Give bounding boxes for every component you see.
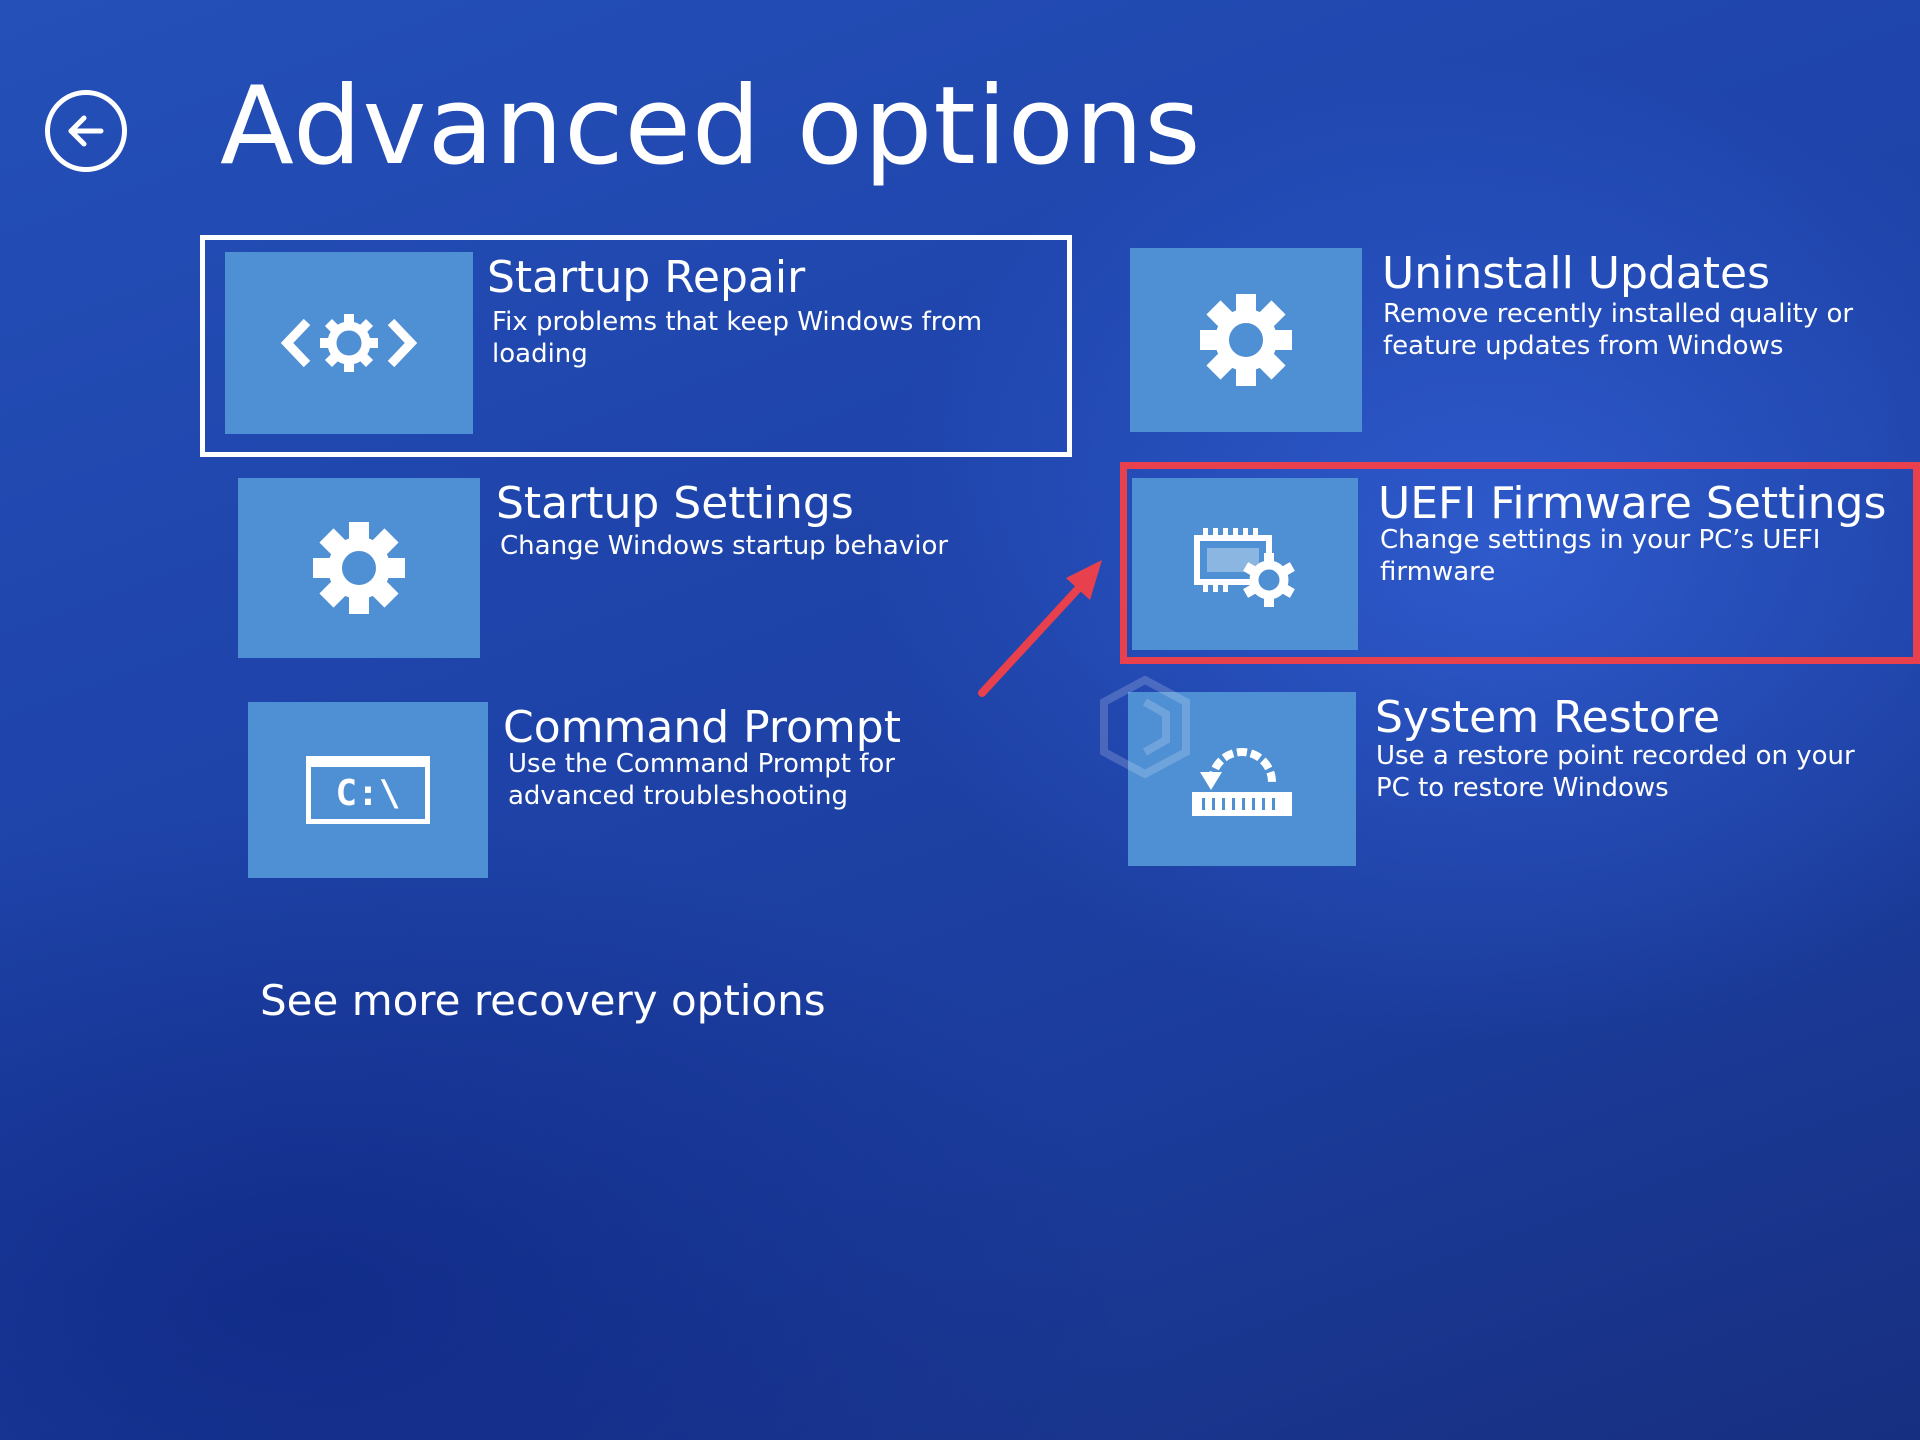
command-prompt-icon-text: C:\ [335, 772, 401, 814]
option-uninstall-updates[interactable]: Uninstall Updates Remove recently instal… [1130, 248, 1890, 438]
option-title: Startup Repair [487, 252, 806, 303]
option-system-restore[interactable]: System Restore Use a restore point recor… [1128, 692, 1888, 872]
startup-settings-tile [238, 478, 480, 658]
startup-repair-icon [280, 314, 418, 372]
option-title: Uninstall Updates [1382, 248, 1771, 299]
command-prompt-icon: C:\ [306, 756, 430, 824]
watermark-logo [1100, 675, 1190, 779]
option-description: Remove recently installed quality or fea… [1383, 299, 1854, 361]
uninstall-updates-tile [1130, 248, 1362, 432]
back-arrow-icon [68, 115, 104, 147]
see-more-recovery-options-link[interactable]: See more recovery options [260, 975, 826, 1027]
option-description: Use a restore point recorded on your PC … [1376, 741, 1855, 803]
option-startup-settings[interactable]: Startup Settings Change Windows startup … [238, 478, 1058, 668]
command-prompt-tile: C:\ [248, 702, 488, 878]
system-restore-icon [1192, 748, 1292, 816]
option-description: Use the Command Prompt for advanced trou… [508, 749, 895, 811]
option-description: Change Windows startup behavior [500, 531, 949, 561]
gear-icon [1200, 294, 1292, 386]
option-description: Fix problems that keep Windows from load… [492, 307, 983, 369]
option-command-prompt[interactable]: C:\ Command Prompt Use the Command Promp… [248, 702, 1068, 892]
firmware-chip-gear-icon [1194, 528, 1295, 607]
option-title: UEFI Firmware Settings [1378, 478, 1887, 529]
option-title: Command Prompt [503, 702, 901, 753]
option-uefi-firmware-settings[interactable]: UEFI Firmware Settings Change settings i… [1132, 478, 1892, 658]
option-title: System Restore [1375, 692, 1721, 743]
startup-repair-tile [225, 252, 473, 434]
gear-icon [313, 522, 405, 614]
back-button[interactable] [45, 90, 127, 172]
option-title: Startup Settings [496, 478, 854, 529]
option-description: Change settings in your PC’s UEFI firmwa… [1380, 525, 1821, 587]
page-title: Advanced options [220, 64, 1202, 189]
uefi-firmware-tile [1132, 478, 1358, 650]
option-startup-repair[interactable]: Startup Repair Fix problems that keep Wi… [225, 252, 1055, 442]
